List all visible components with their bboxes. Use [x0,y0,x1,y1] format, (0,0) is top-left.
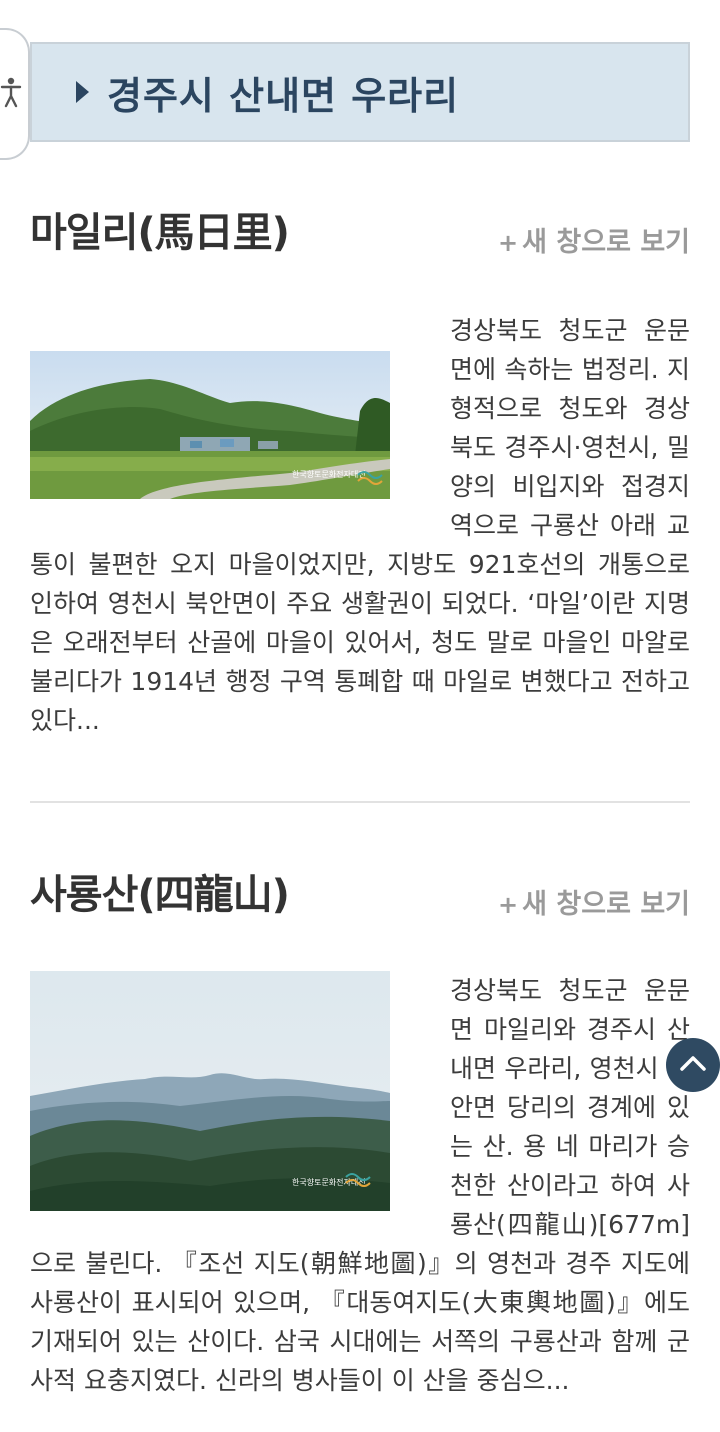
accessibility-tab[interactable] [0,28,30,160]
entry-title[interactable]: 사룡산(四龍山) [30,862,290,920]
divider [30,801,690,803]
open-new-window-link[interactable]: + 새 창으로 보기 [498,220,690,259]
photo-watermark: 한국향토문화전자대전 [292,469,366,479]
open-new-window-label: 새 창으로 보기 [522,889,690,920]
entry-thumbnail[interactable]: 한국향토문화전자대전 [30,971,390,1211]
region-header: 경주시 산내면 우라리 [30,42,690,142]
entry-thumbnail[interactable]: 한국향토문화전자대전 [30,351,390,499]
chevron-up-icon [679,1054,707,1076]
photo-watermark: 한국향토문화전자대전 [292,1177,366,1187]
scroll-to-top-button[interactable] [666,1038,720,1092]
village-landscape-photo: 한국향토문화전자대전 [30,351,390,499]
region-title: 경주시 산내면 우라리 [107,73,460,118]
entry-card: 사룡산(四龍山) + 새 창으로 보기 한국향토문화전자대전 경상북도 청도군 … [30,862,690,1400]
open-new-window-link[interactable]: + 새 창으로 보기 [498,882,690,921]
entry-body: 한국향토문화전자대전 경상북도 청도군 운문면 마일리와 경주시 산내면 우라리… [30,971,690,1400]
accessibility-person-icon [0,76,22,112]
entry-title[interactable]: 마일리(馬日里) [30,200,290,258]
plus-icon: + [498,891,519,919]
mountain-landscape-photo: 한국향토문화전자대전 [30,971,390,1211]
entry-card: 마일리(馬日里) + 새 창으로 보기 한국향토문화전자대전 경상북도 청도군 … [30,200,690,740]
plus-icon: + [498,229,519,257]
entry-body: 한국향토문화전자대전 경상북도 청도군 운문면에 속하는 법정리. 지형적으로 … [30,311,690,740]
entry-header: 사룡산(四龍山) + 새 창으로 보기 [30,862,690,932]
triangle-right-icon [76,81,89,103]
open-new-window-label: 새 창으로 보기 [522,227,690,258]
entry-header: 마일리(馬日里) + 새 창으로 보기 [30,200,690,270]
